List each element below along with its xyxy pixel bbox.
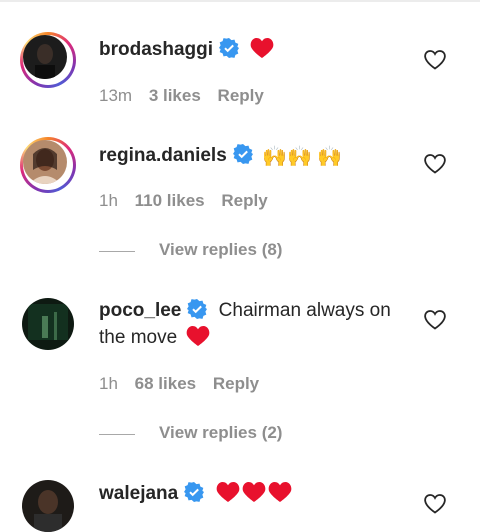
heart-emoji-icon: [268, 482, 291, 502]
avatar[interactable]: [22, 298, 74, 350]
username[interactable]: walejana: [99, 483, 178, 504]
username[interactable]: brodashaggi: [99, 39, 213, 60]
likes-count[interactable]: 110 likes: [135, 191, 205, 210]
reply-button[interactable]: Reply: [218, 86, 264, 105]
verified-icon: [187, 299, 208, 319]
top-divider: [0, 0, 480, 2]
comment-body: Chairman always on: [218, 300, 391, 321]
like-heart-icon[interactable]: [424, 153, 446, 175]
heart-emoji-icon: [187, 326, 210, 346]
comment-meta: 1h 68 likes Reply: [99, 374, 271, 394]
comment-text: poco_lee Chairman always on: [99, 298, 391, 324]
like-heart-icon[interactable]: [424, 309, 446, 331]
verified-icon: [219, 38, 240, 58]
comment-text: brodashaggi: [99, 37, 274, 63]
heart-emoji-icon: [242, 482, 265, 502]
username[interactable]: regina.daniels: [99, 145, 227, 166]
raised-hands-emoji: 🙌🙌 🙌: [262, 146, 343, 168]
reply-button[interactable]: Reply: [221, 191, 267, 210]
comment-text: walejana: [99, 481, 292, 507]
view-replies-button[interactable]: View replies (8): [159, 240, 282, 260]
avatar[interactable]: [20, 32, 76, 88]
view-replies-divider: [99, 434, 135, 435]
username[interactable]: poco_lee: [99, 300, 181, 321]
verified-icon: [232, 144, 253, 164]
comment-body: the move: [99, 327, 178, 348]
comment-time: 13m: [99, 86, 133, 105]
avatar[interactable]: [20, 137, 76, 193]
view-replies-button[interactable]: View replies (2): [159, 423, 282, 443]
comment-time: 1h: [99, 191, 118, 210]
comment-meta: 13m 3 likes Reply: [99, 86, 276, 106]
like-heart-icon[interactable]: [424, 49, 446, 71]
verified-icon: [184, 482, 205, 502]
avatar-image: [23, 140, 67, 184]
likes-count[interactable]: 3 likes: [149, 86, 201, 105]
like-heart-icon[interactable]: [424, 493, 446, 515]
comment-text: regina.daniels 🙌🙌 🙌: [99, 143, 342, 170]
reply-button[interactable]: Reply: [213, 374, 259, 393]
comment-text-continued: the move: [99, 325, 210, 351]
comment-meta: 1h 110 likes Reply: [99, 191, 280, 211]
heart-emoji-icon: [250, 38, 274, 58]
heart-emoji-icon: [216, 482, 239, 502]
avatar[interactable]: [22, 480, 74, 532]
likes-count[interactable]: 68 likes: [135, 374, 196, 393]
comment-time: 1h: [99, 374, 118, 393]
avatar-image: [23, 35, 67, 79]
view-replies-divider: [99, 251, 135, 252]
